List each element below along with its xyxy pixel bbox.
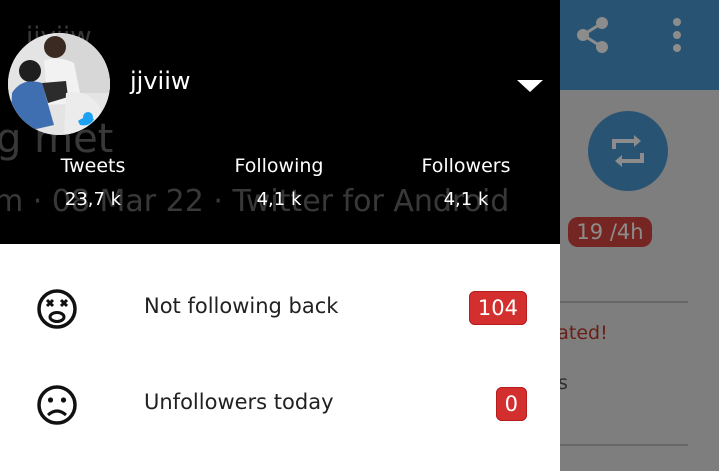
avatar[interactable] bbox=[8, 33, 110, 135]
menu-item-label: Unfollowers today bbox=[144, 390, 334, 414]
stat-tweets[interactable]: Tweets 23,7 k bbox=[13, 154, 173, 212]
menu-item-label: Not following back bbox=[144, 294, 339, 318]
stat-label: Tweets bbox=[60, 155, 126, 177]
dizzy-face-icon bbox=[36, 288, 78, 330]
count-badge: 104 bbox=[468, 291, 527, 325]
stat-value: 4,1 k bbox=[256, 189, 302, 210]
stat-value: 23,7 k bbox=[64, 189, 122, 210]
navigation-drawer: jjviiw g met m · 08 Mar 22 · Twitter for… bbox=[0, 0, 560, 471]
account-switcher-chevron-down-icon[interactable] bbox=[514, 74, 546, 96]
drawer-header: jjviiw g met m · 08 Mar 22 · Twitter for… bbox=[0, 0, 560, 244]
count-badge: 0 bbox=[495, 387, 527, 421]
account-username: jjviiw bbox=[130, 67, 191, 95]
stat-following[interactable]: Following 4,1 k bbox=[199, 154, 359, 212]
menu-item-unfollowers-today[interactable]: Unfollowers today 0 bbox=[0, 356, 560, 452]
sad-face-icon bbox=[36, 384, 78, 426]
stat-label: Following bbox=[234, 155, 324, 177]
stat-followers[interactable]: Followers 4,1 k bbox=[386, 154, 546, 212]
menu-item-not-following-back[interactable]: Not following back 104 bbox=[0, 260, 560, 356]
stat-label: Followers bbox=[421, 155, 511, 177]
stat-value: 4,1 k bbox=[443, 189, 489, 210]
